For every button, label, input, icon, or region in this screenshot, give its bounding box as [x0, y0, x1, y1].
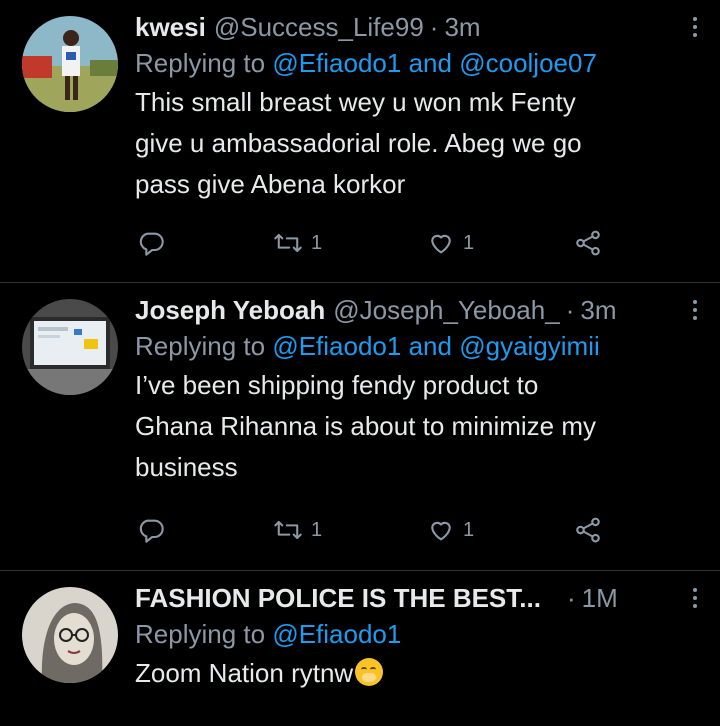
share-icon [576, 517, 600, 543]
replying-to: Replying to @Efiaodo1 [135, 615, 680, 653]
retweet-count: 1 [311, 231, 323, 254]
hand-over-mouth-emoji-icon [355, 658, 384, 686]
retweet-count: 1 [311, 518, 323, 541]
tweet-header: FASHION POLICE IS THE BEST... · 1M [135, 581, 680, 615]
author-name[interactable]: kwesi [135, 10, 206, 44]
heart-icon [431, 521, 451, 541]
tweet-content: Joseph Yeboah @Joseph_Yeboah_ · 3m Reply… [135, 293, 680, 488]
retweet-icon [274, 233, 302, 253]
tweet-text: Zoom Nation rytnw [135, 658, 354, 688]
reply-button[interactable] [137, 516, 165, 544]
tweet-text: I’ve been shipping fendy product to Ghan… [135, 370, 597, 482]
replying-to: Replying to @Efiaodo1 and @gyaigyimii [135, 327, 680, 365]
author-name[interactable]: FASHION POLICE IS THE BEST... [135, 581, 541, 615]
author-name[interactable]: Joseph Yeboah [135, 293, 325, 327]
like-count: 1 [463, 231, 475, 254]
retweet-button[interactable]: 1 [273, 516, 322, 544]
tweet-actions: 1 1 [135, 228, 615, 258]
share-button[interactable] [573, 515, 603, 545]
mention-link[interactable]: @gyaigyimii [459, 331, 600, 361]
more-options-icon[interactable] [692, 588, 698, 608]
replying-to: Replying to @Efiaodo1 and @cooljoe07 [135, 44, 680, 82]
mention-and[interactable]: and [409, 48, 452, 78]
mention-link[interactable]: @Efiaodo1 [272, 619, 401, 649]
timestamp[interactable]: 1M [582, 581, 618, 615]
mention-link[interactable]: @Efiaodo1 [272, 331, 401, 361]
tweet-joseph-yeboah[interactable]: Joseph Yeboah @Joseph_Yeboah_ · 3m Reply… [0, 283, 720, 571]
share-button[interactable] [573, 228, 603, 258]
separator-dot: · [566, 583, 576, 613]
more-options-icon[interactable] [692, 300, 698, 320]
avatar[interactable] [22, 16, 118, 112]
like-count: 1 [463, 518, 475, 541]
reply-icon [139, 232, 164, 256]
replying-to-label: Replying to [135, 48, 266, 78]
author-handle[interactable]: @Success_Life99 [214, 10, 424, 44]
share-icon [576, 230, 600, 256]
tweet-content: FASHION POLICE IS THE BEST... · 1M Reply… [135, 581, 680, 694]
tweet-text-line: Zoom Nation rytnw [135, 653, 680, 694]
tweet-text: This small breast wey u won mk Fenty giv… [135, 87, 582, 199]
tweet-header: Joseph Yeboah @Joseph_Yeboah_ · 3m [135, 293, 680, 327]
mention-link[interactable]: @Efiaodo1 [272, 48, 401, 78]
timestamp[interactable]: 3m [444, 10, 480, 44]
retweet-icon [274, 520, 302, 540]
like-button[interactable]: 1 [427, 229, 474, 257]
tweet-header: kwesi @Success_Life99 · 3m [135, 10, 680, 44]
mention-link[interactable]: @cooljoe07 [459, 48, 597, 78]
avatar[interactable] [22, 587, 118, 683]
reply-button[interactable] [137, 229, 165, 257]
replying-to-label: Replying to [135, 331, 266, 361]
timestamp[interactable]: 3m [580, 293, 616, 327]
separator-dot: · [429, 12, 439, 42]
reply-icon [139, 519, 164, 543]
separator-dot: · [565, 295, 575, 325]
tweet-content: kwesi @Success_Life99 · 3m Replying to @… [135, 10, 680, 205]
more-options-icon[interactable] [692, 17, 698, 37]
heart-icon [431, 234, 451, 254]
avatar[interactable] [22, 299, 118, 395]
like-button[interactable]: 1 [427, 516, 474, 544]
replying-to-label: Replying to [135, 619, 266, 649]
retweet-button[interactable]: 1 [273, 229, 322, 257]
author-handle[interactable]: @Joseph_Yeboah_ [333, 293, 559, 327]
tweet-fashion-police[interactable]: FASHION POLICE IS THE BEST... · 1M Reply… [0, 571, 720, 726]
tweet-kwesi[interactable]: kwesi @Success_Life99 · 3m Replying to @… [0, 0, 720, 283]
tweet-actions: 1 1 [135, 515, 615, 545]
mention-and[interactable]: and [409, 331, 452, 361]
